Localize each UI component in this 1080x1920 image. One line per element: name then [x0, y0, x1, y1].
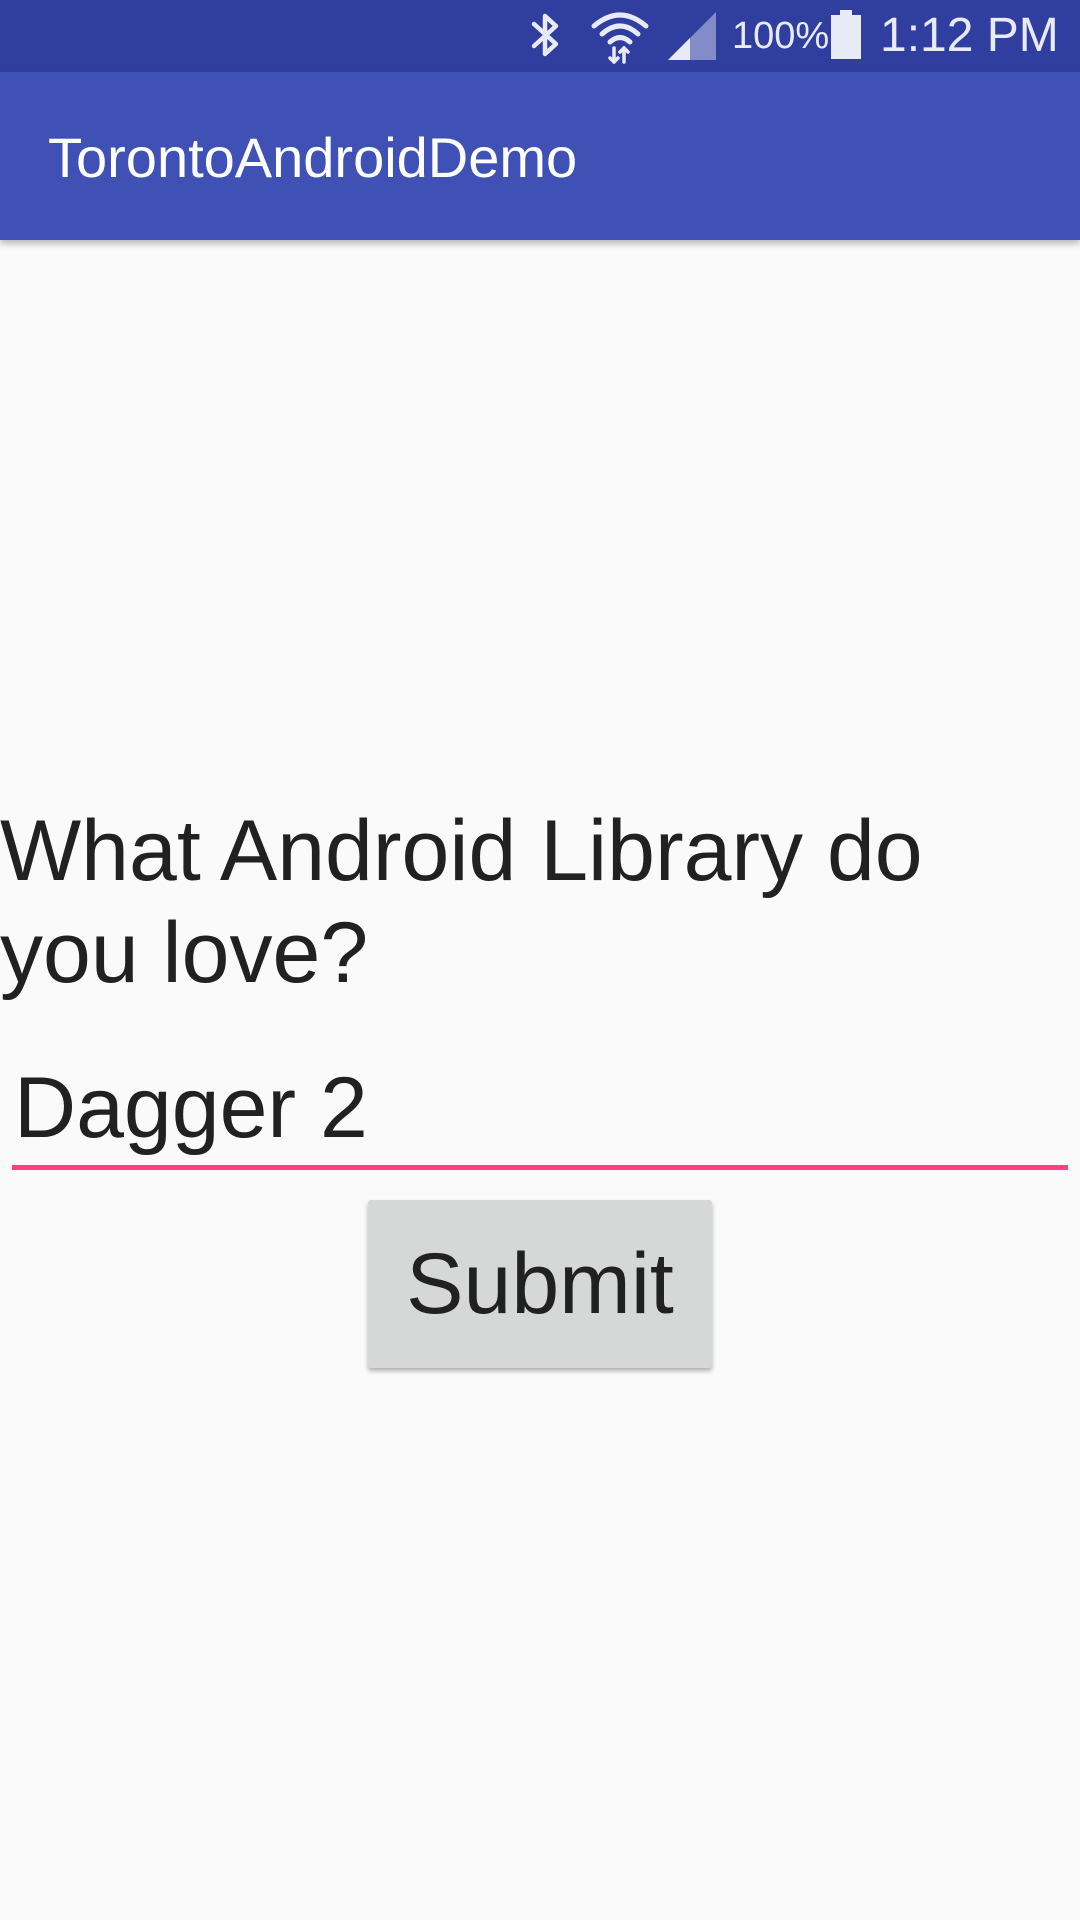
app-title: TorontoAndroidDemo	[48, 126, 578, 189]
question-label: What Android Library do you love?	[0, 803, 923, 1001]
submit-button[interactable]: Submit	[368, 1200, 712, 1368]
app-screen: 100% 1:12 PM TorontoAndroidDemo What And…	[0, 0, 1080, 1920]
wifi-icon	[591, 12, 649, 64]
status-clock: 1:12 PM	[880, 9, 1059, 62]
battery-percentage: 100%	[732, 15, 830, 57]
answer-input[interactable]	[12, 1052, 1068, 1170]
bluetooth-icon	[531, 13, 559, 57]
signal-icon	[668, 12, 716, 60]
app-toolbar: TorontoAndroidDemo	[0, 72, 1080, 240]
battery-icon	[831, 10, 861, 59]
status-bar: 100% 1:12 PM	[0, 0, 1080, 72]
